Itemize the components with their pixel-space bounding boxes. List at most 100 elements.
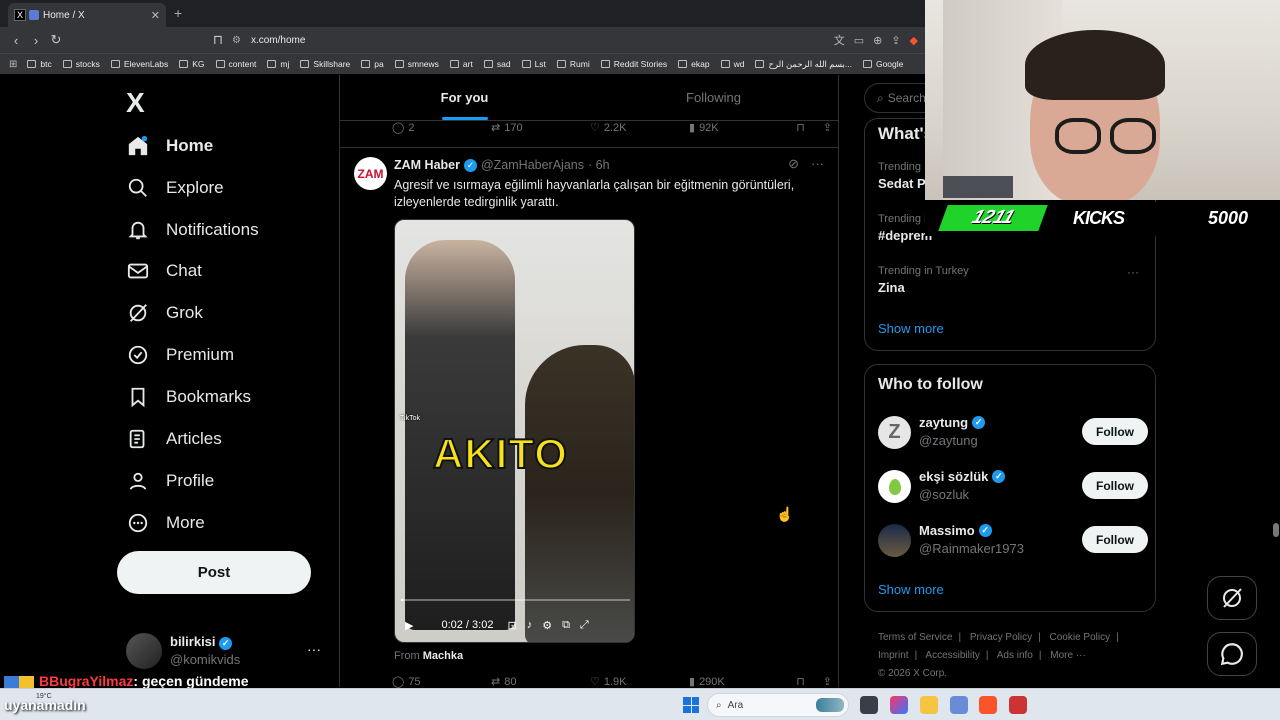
repost-button[interactable]: ⇄ 170 [491,121,590,135]
taskbar-search[interactable]: ⌕ Ara [707,693,849,717]
nav-notifications[interactable]: Notifications [126,215,259,245]
zoom-icon[interactable]: ⊕ [873,34,882,47]
avatar[interactable] [878,470,911,503]
bookmark-item[interactable]: art [449,59,473,69]
x-logo-icon[interactable]: X [126,87,145,119]
share-icon[interactable]: ⇪ [823,121,832,134]
scrollbar-thumb[interactable] [1273,523,1279,537]
account-more-icon[interactable]: ··· [307,641,321,657]
settings-icon[interactable]: ⚙ [542,619,552,632]
new-tab-icon[interactable]: + [174,5,182,21]
account-switcher[interactable]: bilirkisi ✓ @komikvids ··· [126,633,331,673]
bookmark-item[interactable]: KG [179,59,205,69]
messages-floating-button[interactable] [1207,632,1257,676]
bookmark-page-icon[interactable]: ⊓ [208,32,228,48]
nav-grok[interactable]: Grok [126,298,203,328]
grok-floating-button[interactable] [1207,576,1257,620]
footer-link[interactable]: More ··· [1050,650,1086,661]
bookmark-item[interactable]: بسم الله الرحمن الرح... [755,59,852,70]
nav-more[interactable]: More [126,508,205,538]
bookmark-item[interactable]: btc [27,59,52,69]
close-tab-icon[interactable]: ✕ [151,9,160,22]
apps-grid-icon[interactable]: ⊞ [9,59,17,70]
nav-premium[interactable]: Premium [126,340,234,370]
search-input[interactable]: ⌕ Search [864,83,926,113]
snipping-tool-icon[interactable] [950,696,968,714]
repost-button[interactable]: ⇄ 80 [491,675,590,689]
tweet-author[interactable]: ZAM Haber [394,158,460,172]
reply-button[interactable]: ◯ 75 [392,675,491,689]
nav-chat[interactable]: Chat [126,256,202,286]
bookmark-item[interactable]: ekap [678,59,710,69]
footer-link[interactable]: Privacy Policy [970,632,1032,643]
trend-more-icon[interactable]: ··· [1127,265,1139,279]
bookmark-item[interactable]: Skillshare [300,59,350,69]
captions-icon[interactable]: ⊡ [507,619,516,632]
bookmark-item[interactable]: pa [361,59,384,69]
nav-profile[interactable]: Profile [126,466,214,496]
address-bar[interactable]: ⚙ x.com/home 文 ▭ ⊕ ⇪ ◆ [232,30,922,50]
nav-explore[interactable]: Explore [126,173,224,203]
bookmark-item[interactable]: Rumi [556,59,590,69]
bookmark-item[interactable]: content [215,59,256,69]
pip-icon[interactable]: ⧉ [562,619,570,632]
trend-item[interactable]: Trending in Turkey Zina [878,265,969,295]
bookmark-item[interactable]: Lst [521,59,546,69]
tab-following[interactable]: Following [589,75,838,120]
cast-icon[interactable]: ▭ [854,34,864,47]
more-icon[interactable]: ··· [811,156,824,172]
avatar[interactable]: Z [878,416,911,449]
follow-button[interactable]: Follow [1082,418,1148,445]
volume-icon[interactable]: ♪ [527,619,533,631]
footer-link[interactable]: Accessibility [925,650,979,661]
avatar[interactable] [878,524,911,557]
tweet[interactable]: ZAM ZAM Haber ✓ @ZamHaberAjans · 6h ⊘ ··… [340,147,838,662]
tweet-time[interactable]: · 6h [588,158,610,172]
views-button[interactable]: ▮ 92K [689,121,788,135]
follow-suggestion[interactable]: Z zaytung ✓ @zaytung Follow [878,415,1148,453]
footer-link[interactable]: Ads info [997,650,1033,661]
bookmark-icon[interactable]: ⊓ [796,675,805,688]
play-icon[interactable]: ▶ [405,619,413,632]
follow-suggestion[interactable]: ekşi sözlük ✓ @sozluk Follow [878,469,1148,507]
windows-start-icon[interactable] [683,697,699,713]
task-view-icon[interactable] [860,696,878,714]
site-info-icon[interactable]: ⚙ [232,35,241,46]
bookmark-item[interactable]: wd [720,59,744,69]
bookmark-item[interactable]: ElevenLabs [110,59,168,69]
bookmark-item[interactable]: Google [862,59,903,69]
post-button[interactable]: Post [117,551,311,594]
nav-home[interactable]: Home [126,131,213,161]
trend-item[interactable]: Trending Sedat P [878,161,926,191]
show-more-link[interactable]: Show more [878,582,944,597]
back-icon[interactable]: ‹ [6,33,26,48]
reload-icon[interactable]: ↻ [46,32,66,48]
tweet-handle[interactable]: @ZamHaberAjans [481,158,584,172]
avatar[interactable]: ZAM [354,157,387,190]
like-button[interactable]: ♡ 2.2K [590,121,689,135]
nav-articles[interactable]: Articles [126,424,222,454]
follow-button[interactable]: Follow [1082,472,1148,499]
footer-link[interactable]: Cookie Policy [1050,632,1111,643]
grok-icon[interactable]: ⊘ [788,156,799,172]
tab-for-you[interactable]: For you [340,75,589,120]
follow-button[interactable]: Follow [1082,526,1148,553]
bookmark-item[interactable]: Reddit Stories [600,59,667,69]
like-button[interactable]: ♡ 1.9K [590,675,689,689]
bookmark-item[interactable]: stocks [62,59,100,69]
footer-link[interactable]: Terms of Service [878,632,952,643]
copilot-icon[interactable] [890,696,908,714]
app-icon[interactable] [1009,696,1027,714]
show-more-link[interactable]: Show more [878,321,944,336]
views-button[interactable]: ▮ 290K [689,675,788,689]
bookmark-item[interactable]: smnews [394,59,439,69]
forward-icon[interactable]: › [26,33,46,48]
brave-browser-icon[interactable] [979,696,997,714]
share-icon[interactable]: ⇪ [891,34,900,47]
bookmark-item[interactable]: mj [267,59,289,69]
translate-icon[interactable]: 文 [834,32,845,48]
reply-button[interactable]: ◯ 2 [392,121,491,135]
file-explorer-icon[interactable] [920,696,938,714]
browser-tab[interactable]: X Home / X ✕ [8,3,166,27]
footer-link[interactable]: Imprint [878,650,909,661]
